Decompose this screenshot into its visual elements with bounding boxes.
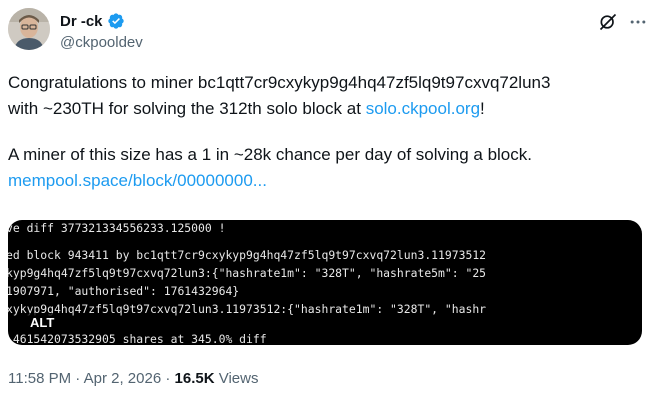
verified-badge-icon[interactable] [107, 12, 125, 30]
tweet-line-1: Congratulations to miner bc1qtt7cr9cxyky… [8, 73, 551, 92]
tweet-media-image[interactable]: ve diff 377321334556233.125000 ! ed bloc… [8, 220, 642, 345]
terminal-line: ed block 943411 by bc1qtt7cr9cxykyp9g4hq… [8, 248, 487, 262]
terminal-line: xykyp9g4hq47zf5lq9t97cxvq72lun3.11973512… [8, 302, 487, 316]
terminal-line: 461542073532905 shares at 345.0% diff [8, 332, 267, 345]
name-row: Dr -ck [60, 11, 125, 31]
grok-icon[interactable] [596, 10, 620, 34]
alt-badge[interactable]: ALT [26, 313, 59, 332]
terminal-line: 1907971, "authorised": 1761432964} [8, 284, 240, 298]
tweet-date[interactable]: Apr 2, 2026 [84, 370, 162, 387]
meta-separator: · [71, 370, 84, 387]
mempool-block-link[interactable]: mempool.space/block/00000000... [8, 171, 267, 190]
solo-ckpool-link[interactable]: solo.ckpool.org [366, 99, 480, 118]
views-count: 16.5K [174, 370, 215, 387]
tweet-line-3: A miner of this size has a 1 in ~28k cha… [8, 145, 532, 164]
tweet-line-2-text: with ~230TH for solving the 312th solo b… [8, 99, 366, 118]
views-label: Views [214, 370, 259, 387]
terminal-screenshot: ve diff 377321334556233.125000 ! ed bloc… [8, 220, 642, 345]
avatar[interactable] [8, 8, 50, 50]
tweet-header: Dr -ck @ckpooldev [8, 8, 654, 58]
display-name[interactable]: Dr -ck [60, 13, 103, 30]
avatar-image [8, 8, 50, 50]
tweet-meta: 11:58 PM · Apr 2, 2026 · 16.5K Views [8, 370, 258, 387]
terminal-line: ve diff 377321334556233.125000 ! [8, 221, 226, 235]
tweet-text: Congratulations to miner bc1qtt7cr9cxyky… [8, 70, 654, 194]
terminal-line: kyp9g4hq47zf5lq9t97cxvq72lun3:{"hashrate… [8, 266, 487, 280]
tweet-line-2: with ~230TH for solving the 312th solo b… [8, 96, 654, 122]
meta-separator: · [161, 370, 175, 387]
tweet-line-2-suffix: ! [480, 99, 485, 118]
more-horizontal-icon[interactable] [626, 10, 650, 34]
handle[interactable]: @ckpooldev [60, 34, 143, 51]
tweet-time[interactable]: 11:58 PM [8, 370, 71, 387]
